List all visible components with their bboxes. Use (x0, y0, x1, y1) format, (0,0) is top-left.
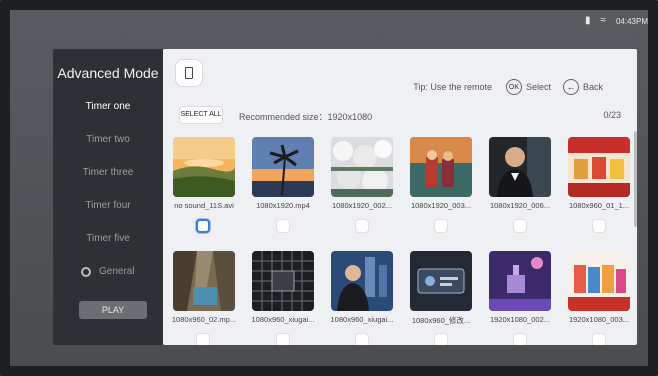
recommended-size: Recommended size：1920x1080 (239, 112, 373, 122)
usb-drive-button[interactable] (175, 59, 203, 87)
play-button[interactable]: PLAY (79, 301, 147, 319)
ok-key-icon: OK (505, 79, 522, 95)
status-bar: ▮ ≈ 04:43PM (585, 16, 648, 26)
select-hint: Select (525, 82, 551, 92)
menu-item-timer-five[interactable]: Timer five (53, 233, 163, 244)
file-name-label: 1080x1920.mp4 (256, 201, 310, 210)
file-checkbox[interactable] (196, 219, 210, 233)
media-thumbnail-9[interactable] (331, 251, 393, 311)
select-all-button[interactable]: SELECT ALL (179, 106, 223, 124)
file-checkbox[interactable] (276, 333, 290, 345)
media-thumbnail-1[interactable] (173, 137, 235, 197)
media-thumbnail-3[interactable] (331, 137, 393, 197)
file-checkbox[interactable] (592, 219, 606, 233)
file-checkbox[interactable] (434, 333, 448, 345)
back-hint: Back (582, 82, 603, 92)
media-thumbnail-5[interactable] (489, 137, 551, 197)
menu-item-timer-four[interactable]: Timer four (53, 200, 163, 211)
usb-status-icon: ▮ (584, 15, 591, 26)
file-name-label: 1080x1920_006... (489, 201, 551, 210)
file-name-label: 1920x1080_003... (568, 315, 630, 324)
selection-count: 0/23 (603, 110, 621, 120)
back-key-icon: ← (562, 79, 579, 95)
remote-tip: Tip: Use the remote OK Select ← Back (413, 79, 603, 95)
file-checkbox[interactable] (434, 219, 448, 233)
media-thumbnail-8[interactable] (252, 251, 314, 311)
scrollbar[interactable] (634, 131, 637, 227)
file-checkbox[interactable] (276, 219, 290, 233)
file-name-label: 1080x960_xiugai... (330, 315, 394, 324)
file-checkbox[interactable] (513, 333, 527, 345)
media-thumbnail-6[interactable] (568, 137, 630, 197)
usb-drive-icon (185, 67, 193, 79)
file-name-label: 1080x1920_002... (331, 201, 393, 210)
menu-item-general[interactable]: General (81, 266, 135, 277)
file-name-label: 1080x960_修改... (411, 316, 471, 325)
media-thumbnail-11[interactable] (489, 251, 551, 311)
file-name-label: no sound_11S.avi (174, 201, 234, 210)
file-name-label: 1080x1920_003... (410, 201, 472, 210)
clock: 04:43PM (615, 16, 648, 26)
file-name-label: 1080x960_xiugai... (251, 315, 315, 324)
file-name-label: 1080x960_02.mp... (171, 315, 237, 324)
menu-item-timer-two[interactable]: Timer two (53, 134, 163, 145)
media-thumbnail-4[interactable] (410, 137, 472, 197)
file-checkbox[interactable] (196, 333, 210, 345)
media-panel: Tip: Use the remote OK Select ← Back SEL… (163, 49, 637, 345)
media-thumbnail-10[interactable] (410, 251, 472, 311)
file-checkbox[interactable] (592, 333, 606, 345)
file-name-label: 1920x1080_002... (489, 315, 551, 324)
media-thumbnail-12[interactable] (568, 251, 630, 311)
left-panel: Advanced Mode Timer one Timer two Timer … (53, 49, 163, 345)
panel-title: Advanced Mode (57, 65, 159, 81)
media-thumbnail-7[interactable] (173, 251, 235, 311)
wifi-icon: ≈ (600, 15, 606, 26)
general-label: General (99, 266, 135, 277)
file-checkbox[interactable] (355, 219, 369, 233)
menu-item-timer-three[interactable]: Timer three (53, 167, 163, 178)
tip-text: Tip: Use the remote (413, 82, 492, 92)
file-checkbox[interactable] (513, 219, 527, 233)
file-checkbox[interactable] (355, 333, 369, 345)
file-name-label: 1080x960_01_1... (568, 201, 630, 210)
menu-item-timer-one[interactable]: Timer one (53, 101, 163, 112)
gear-icon (81, 266, 91, 277)
media-thumbnail-2[interactable] (252, 137, 314, 197)
